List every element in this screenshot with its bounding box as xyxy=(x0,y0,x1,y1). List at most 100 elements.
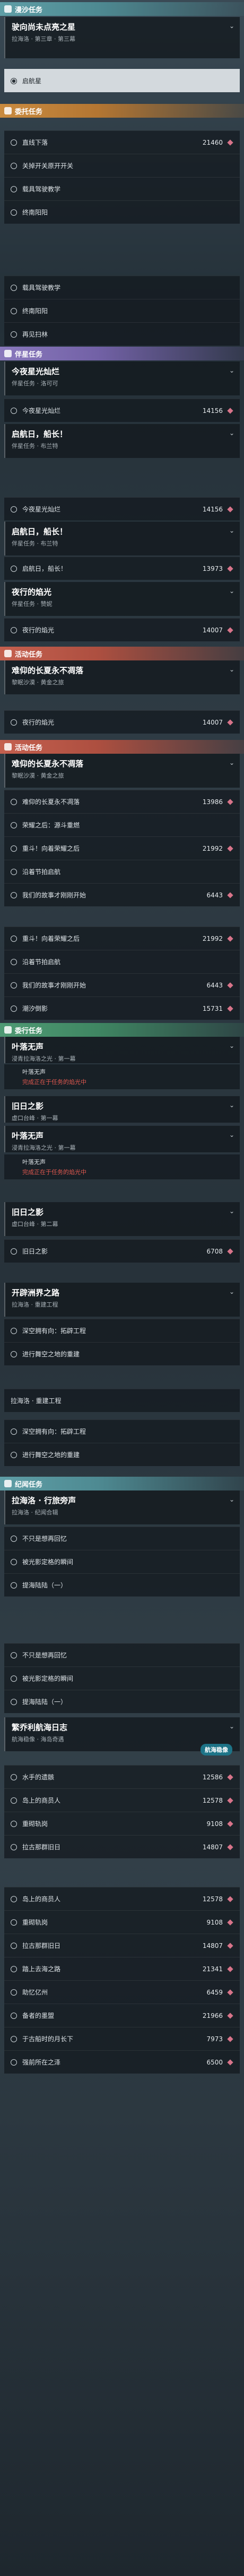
quest-step-label: 重斗！向着荣耀之后 xyxy=(22,845,80,852)
quest-step-row[interactable]: 岛上的商员人 12578 xyxy=(4,1788,240,1812)
waypoint-diamond-icon xyxy=(227,719,233,726)
quest-step-row[interactable]: 我们的故事才刚刚开始 6443 xyxy=(4,883,240,906)
distance-value: 14807 xyxy=(202,1843,223,1851)
quest-step-row[interactable]: 拉海洛 · 重建工程 xyxy=(4,1389,240,1412)
quest-subtitle: 虚口台峰 · 第一幕 xyxy=(12,1115,58,1122)
note-title: 叶落无声 xyxy=(22,1159,46,1166)
quest-step-row[interactable]: 重砌轨岗 9108 xyxy=(4,1910,240,1934)
quest-card-starlight-tonight[interactable]: 今夜星光灿烂 伴星任务 · 洛可可 ⌄ xyxy=(4,361,240,395)
quest-step-row[interactable]: 载具驾驶教学 xyxy=(4,276,240,299)
quest-card-silent-leaves-2[interactable]: 叶落无声 浸青拉海洛之光 · 第一幕 ⌄ xyxy=(4,1126,240,1152)
quest-title: 驶向尚未点亮之星 xyxy=(12,22,76,32)
chevron-down-icon[interactable]: ⌄ xyxy=(229,1288,234,1295)
waypoint-diamond-icon xyxy=(227,1797,233,1804)
chevron-down-icon[interactable]: ⌄ xyxy=(229,1131,234,1139)
quest-step-row[interactable]: 深空拥有向：拓辟工程 xyxy=(4,1419,240,1443)
chevron-down-icon[interactable]: ⌄ xyxy=(229,759,234,766)
quest-step-row[interactable]: 水手的遗骸 12586 xyxy=(4,1765,240,1788)
quest-subtitle: 伴星任务 · 布兰特 xyxy=(12,540,58,547)
quest-step-row[interactable]: 重斗！向着荣耀之后 21992 xyxy=(4,927,240,950)
chevron-down-icon[interactable]: ⌄ xyxy=(229,429,234,437)
quest-step-row[interactable]: 备者的墨盟 21966 xyxy=(4,2004,240,2027)
quest-step-row[interactable]: 我们的故事才刚刚开始 6443 xyxy=(4,973,240,996)
chevron-down-icon[interactable]: ⌄ xyxy=(229,1042,234,1049)
radio-icon xyxy=(11,186,17,192)
quest-step-row[interactable]: 于古船时的月长下 7973 xyxy=(4,2027,240,2050)
distance-value: 6500 xyxy=(206,2058,223,2066)
quest-card-travel-notes[interactable]: 拉海洛 · 行旅旁声 拉海洛 · 纪闻合辑 ⌄ xyxy=(4,1490,240,1524)
category-header-delegate: 委行任务 xyxy=(0,1023,244,1037)
quest-step-row[interactable]: 夜行的焰光 14007 xyxy=(4,618,240,641)
quest-card-voyage-day[interactable]: 启航日，船长！ 伴星任务 · 布兰特 ⌄ xyxy=(4,424,240,458)
track-badge[interactable]: 航海稳像 xyxy=(201,1744,232,1755)
quest-card-navigation-log[interactable]: 繁乔利航海日志 航海稳像 · 海岛奇遇 ⌄ 航海稳像 xyxy=(4,1717,240,1755)
quest-step-row[interactable]: 不只是想再回忆 xyxy=(4,1643,240,1666)
quest-step-row[interactable]: 进行舞空之地的重建 xyxy=(4,1342,240,1365)
quest-card-old-shadow-2[interactable]: 旧日之影 虚口台峰 · 第二幕 ⌄ xyxy=(4,1202,240,1236)
waypoint-diamond-icon xyxy=(227,1005,233,1012)
quest-step-row[interactable]: 终南阳阳 xyxy=(4,299,240,322)
quest-step-row[interactable]: 进行舞空之地的重建 xyxy=(4,1443,240,1466)
quest-card-night-flame[interactable]: 夜行的焰光 伴星任务 · 赞妮 ⌄ xyxy=(4,582,240,616)
quest-step-row[interactable]: 助忆亿州 6459 xyxy=(4,1980,240,2004)
quest-step-row[interactable]: 不只是想再回忆 xyxy=(4,1527,240,1550)
quest-step-row[interactable]: 难仰的长夏永不凋落 13986 xyxy=(4,790,240,813)
quest-card-silent-leaves[interactable]: 叶落无声 浸青拉海洛之光 · 第一幕 ⌄ xyxy=(4,1037,240,1063)
quest-step-row[interactable]: 再见扫林 xyxy=(4,322,240,346)
quest-step-row[interactable]: 重砌轨岗 9108 xyxy=(4,1812,240,1835)
quest-step-row[interactable]: 今夜星光灿烂 14156 xyxy=(4,399,240,422)
quest-step-row[interactable]: 启航日，船长！ 13973 xyxy=(4,557,240,580)
quest-step-row[interactable]: 深空拥有向：拓辟工程 xyxy=(4,1319,240,1342)
chevron-down-icon[interactable]: ⌄ xyxy=(229,1101,234,1109)
waypoint-diamond-icon xyxy=(227,2035,233,2042)
quest-step-label: 于古船时的月长下 xyxy=(22,2035,74,2043)
radio-icon xyxy=(11,2035,17,2042)
chevron-down-icon[interactable]: ⌄ xyxy=(229,1496,234,1503)
category-icon xyxy=(4,107,12,114)
quest-step-row[interactable]: 启航星 xyxy=(4,69,240,92)
quest-step-label: 深空拥有向：拓辟工程 xyxy=(22,1428,86,1435)
waypoint-diamond-icon xyxy=(227,1843,233,1850)
quest-step-row[interactable]: 强前所在之泽 6500 xyxy=(4,2050,240,2074)
quest-step-row[interactable]: 拉古那群旧日 14807 xyxy=(4,1835,240,1858)
quest-card-sail-to-unlit-star[interactable]: 驶向尚未点亮之星 拉海洛 · 第三章 · 第三幕 ⌄ xyxy=(4,17,240,58)
quest-step-row[interactable]: 拉古那群旧日 14807 xyxy=(4,1934,240,1957)
quest-step-row[interactable]: 沿着节拍启航 xyxy=(4,860,240,883)
quest-step-row[interactable]: 提海陆陆（一） xyxy=(4,1573,240,1596)
quest-card-endless-summer-2[interactable]: 难仰的长夏永不凋落 黎眠沙漠 · 黄金之旅 ⌄ xyxy=(4,754,240,788)
quest-step-row[interactable]: 重斗！向着荣耀之后 21992 xyxy=(4,836,240,860)
quest-step-row[interactable]: 夜行的焰光 14007 xyxy=(4,710,240,734)
quest-step-row[interactable]: 载具驾驶教学 xyxy=(4,177,240,200)
quest-step-row[interactable]: 潮汐倒影 15731 xyxy=(4,996,240,1020)
quest-step-row[interactable]: 终南阳阳 xyxy=(4,200,240,224)
category-header-chronicle: 纪闻任务 xyxy=(0,1477,244,1490)
distance-value: 14807 xyxy=(202,1942,223,1949)
quest-step-row[interactable]: 踏上去海之路 21341 xyxy=(4,1957,240,1980)
quest-step-row[interactable]: 岛上的商员人 12578 xyxy=(4,1887,240,1910)
radio-icon xyxy=(11,1919,17,1926)
quest-step-row[interactable]: 提海陆陆（一） xyxy=(4,1690,240,1713)
quest-step-row[interactable]: 沿着节拍启航 xyxy=(4,950,240,973)
quest-step-row[interactable]: 被光影定格的瞬间 xyxy=(4,1666,240,1690)
quest-step-row[interactable]: 直线下落 21460 xyxy=(4,130,240,154)
quest-step-row[interactable]: 旧日之影 6708 xyxy=(4,1239,240,1263)
chevron-down-icon[interactable]: ⌄ xyxy=(229,587,234,595)
chevron-down-icon[interactable]: ⌄ xyxy=(229,1207,234,1215)
chevron-down-icon[interactable]: ⌄ xyxy=(229,666,234,673)
quest-card-frontier-road[interactable]: 开辟洲界之路 拉海洛 · 重建工程 ⌄ xyxy=(4,1283,240,1317)
chevron-down-icon[interactable]: ⌄ xyxy=(229,1723,234,1730)
note-title: 叶落无声 xyxy=(22,1069,46,1075)
chevron-down-icon[interactable]: ⌄ xyxy=(229,22,234,30)
radio-icon xyxy=(11,307,17,314)
quest-card-endless-summer[interactable]: 难仰的长夏永不凋落 黎眠沙漠 · 黄金之旅 ⌄ xyxy=(4,660,240,694)
quest-step-row[interactable]: 今夜星光灿烂 14156 xyxy=(4,497,240,521)
quest-card-voyage-day-2[interactable]: 启航日，船长！ 伴星任务 · 布兰特 ⌄ xyxy=(4,522,240,555)
quest-card-old-shadow[interactable]: 旧日之影 虚口台峰 · 第一幕 ⌄ xyxy=(4,1096,240,1123)
chevron-down-icon[interactable]: ⌄ xyxy=(229,367,234,374)
chevron-down-icon[interactable]: ⌄ xyxy=(229,527,234,534)
radio-icon xyxy=(11,1675,17,1682)
quest-step-row[interactable]: 关掉开关原开开关 xyxy=(4,154,240,177)
quest-step-row[interactable]: 被光影定格的瞬间 xyxy=(4,1550,240,1573)
quest-step-label: 夜行的焰光 xyxy=(22,627,55,634)
quest-step-row[interactable]: 荣耀之后：源斗重燃 xyxy=(4,813,240,836)
